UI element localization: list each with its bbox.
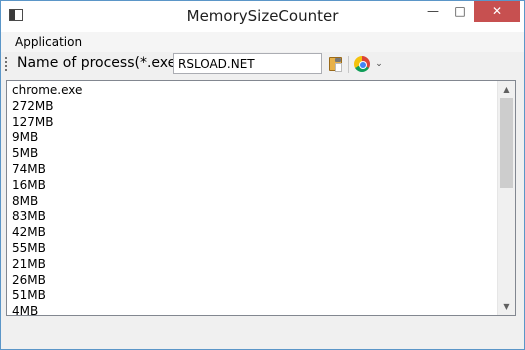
list-item[interactable]: chrome.exe [12, 82, 82, 98]
vertical-scrollbar[interactable]: ▲ ▼ [497, 81, 515, 315]
list-item[interactable]: 55MB [12, 240, 46, 256]
chrome-icon [354, 56, 370, 72]
menu-bar: Application [1, 32, 524, 52]
list-item[interactable]: 9MB [12, 129, 38, 145]
list-item[interactable]: 74MB [12, 161, 46, 177]
title-bar[interactable]: MemorySizeCounter — □ ✕ [1, 1, 524, 32]
list-item[interactable]: 8MB [12, 193, 38, 209]
scroll-up-arrow-icon[interactable]: ▲ [498, 81, 515, 98]
paste-button[interactable] [327, 55, 345, 73]
toolbar-grip[interactable] [5, 57, 8, 73]
toolbar: Name of process(*.exe) ⌄ [1, 52, 524, 77]
list-item[interactable]: 272MB [12, 98, 54, 114]
list-item[interactable]: 51MB [12, 287, 46, 303]
toolbar-overflow-button[interactable]: ⌄ [375, 60, 383, 69]
app-window: MemorySizeCounter — □ ✕ Application Name… [0, 0, 525, 350]
close-button[interactable]: ✕ [474, 1, 520, 22]
process-name-label: Name of process(*.exe) [17, 55, 182, 71]
list-item[interactable]: 16MB [12, 177, 46, 193]
list-item[interactable]: 127MB [12, 114, 54, 130]
chrome-button[interactable] [353, 55, 371, 73]
process-name-input[interactable] [173, 53, 322, 74]
status-bar [1, 317, 524, 349]
maximize-button[interactable]: □ [447, 1, 473, 22]
list-item[interactable]: 4MB [12, 303, 38, 315]
minimize-button[interactable]: — [420, 1, 446, 22]
list-item[interactable]: 21MB [12, 256, 46, 272]
toolbar-separator [348, 56, 349, 73]
list-item[interactable]: 83MB [12, 208, 46, 224]
scrollbar-thumb[interactable] [500, 98, 513, 188]
list-item[interactable]: 42MB [12, 224, 46, 240]
memory-list[interactable]: chrome.exe 272MB 127MB 9MB 5MB 74MB 16MB 8MB 83M… [6, 80, 516, 316]
menu-item-application[interactable]: Application [9, 34, 88, 50]
clipboard-icon [329, 57, 342, 72]
scroll-down-arrow-icon[interactable]: ▼ [498, 298, 515, 315]
list-item[interactable]: 26MB [12, 272, 46, 288]
list-item[interactable]: 5MB [12, 145, 38, 161]
